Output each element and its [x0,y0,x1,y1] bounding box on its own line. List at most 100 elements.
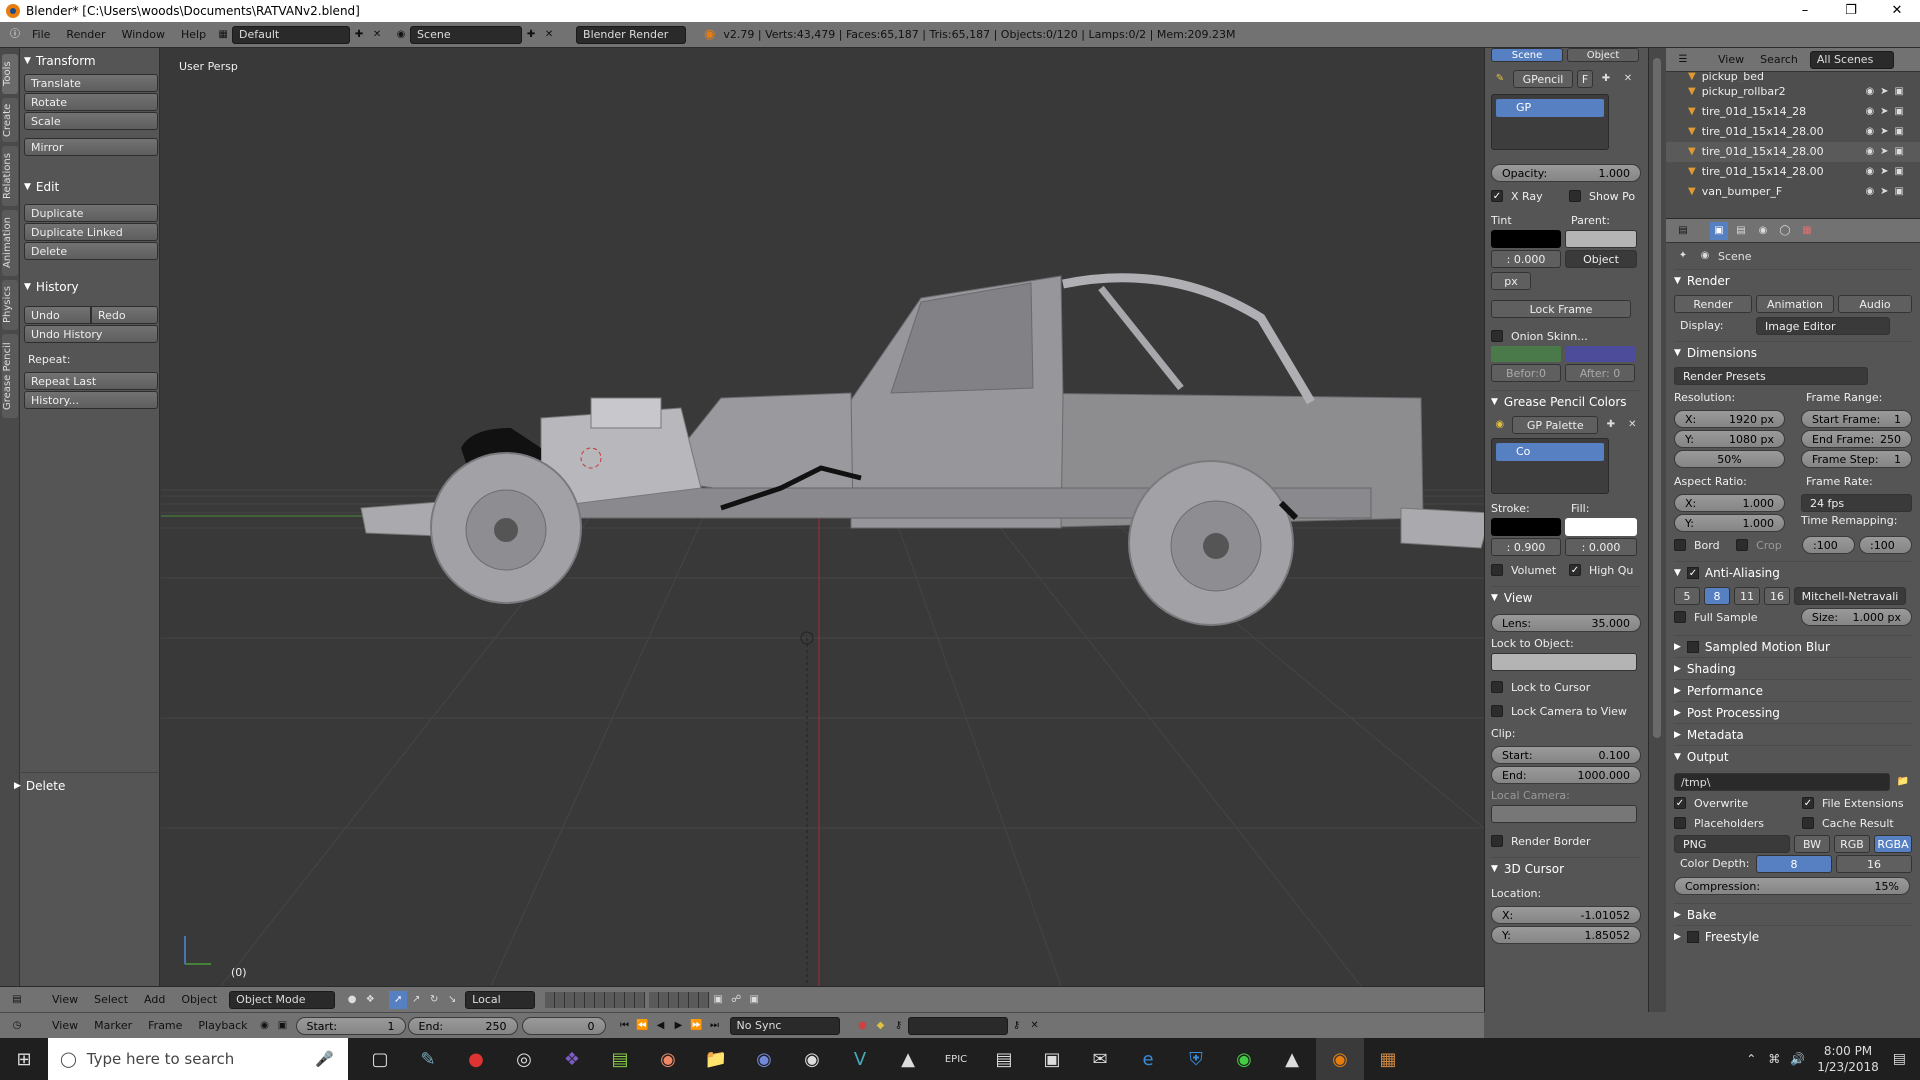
remap-old-field[interactable]: :100 [1802,536,1856,554]
visibility-icons[interactable]: ◉➤▣ [1865,102,1910,122]
3d-editor-type-icon[interactable]: ▤ [8,991,26,1009]
add-layout-icon[interactable]: ✚ [350,26,368,44]
notepad-icon[interactable]: ✎ [404,1038,452,1080]
duplicate-linked-button[interactable]: Duplicate Linked [24,223,158,241]
add-palette-icon[interactable]: ✚ [1602,416,1619,434]
color-mode-bw[interactable]: BW [1794,835,1830,853]
outliner-item[interactable]: ▼ van_bumper_F ◉➤▣ [1666,182,1920,202]
aa-filter-select[interactable]: Mitchell-Netravali [1794,587,1906,605]
render-opengl-icon[interactable]: ▣ [745,991,763,1009]
layer-buttons[interactable] [649,991,710,1008]
lock-cursor-checkbox[interactable]: Lock to Cursor [1491,677,1641,697]
metadata-header[interactable]: ▶ Metadata [1674,723,1912,745]
mode-select[interactable]: Object Mode [229,990,336,1009]
palette-color-item[interactable]: Co [1496,443,1604,461]
insert-keyframe-icon[interactable]: ⚷ [1008,1017,1026,1035]
timeline-editor-icon[interactable]: ◷ [8,1017,26,1035]
current-frame-field[interactable]: 0 [521,1016,606,1035]
tab-grease-pencil[interactable]: Grease Pencil [2,334,18,418]
remove-layout-icon[interactable]: ✕ [368,26,386,44]
high-quality-checkbox[interactable]: ✓ High Qu [1569,560,1633,580]
resolution-percent-field[interactable]: 50% [1674,450,1785,468]
pin-icon[interactable]: ✦ [1674,247,1692,265]
store-icon[interactable]: ▣ [1028,1038,1076,1080]
transform-header[interactable]: ▼ Transform [24,50,158,72]
delete-button[interactable]: Delete [24,242,158,260]
outliner-menu-view[interactable]: View [1710,53,1752,66]
firefox-icon[interactable]: ◉ [644,1038,692,1080]
onion-after-color[interactable] [1565,346,1635,362]
freestyle-checkbox[interactable] [1686,930,1699,943]
onion-skin-checkbox[interactable]: Onion Skinn... [1491,326,1641,346]
tab-tools[interactable]: Tools [2,54,18,94]
motion-blur-checkbox[interactable] [1686,640,1699,653]
taskbar-search[interactable]: ◯ Type here to search 🎤 [48,1038,348,1080]
cache-result-checkbox[interactable]: Cache Result [1802,813,1894,833]
scale-manip-icon[interactable]: ↘ [443,991,461,1009]
lock-camera-checkbox[interactable]: Lock Camera to View [1491,701,1641,721]
fake-user-button[interactable]: F [1577,70,1593,88]
tab-object[interactable]: Object [1567,48,1639,62]
menu-object[interactable]: Object [173,993,225,1006]
menu-file[interactable]: File [24,28,58,41]
outliner-item[interactable]: ▼ tire_01d_15x14_28.00 ◉➤▣ [1666,162,1920,182]
dimensions-header[interactable]: ▼ Dimensions [1674,341,1912,363]
resolution-y-field[interactable]: Y: 1080 px [1674,430,1785,448]
lens-field[interactable]: Lens: 35.000 [1491,614,1641,632]
render-animation-button[interactable]: Animation [1756,295,1834,313]
timeline-menu-view[interactable]: View [44,1019,86,1032]
layout-grid-icon[interactable]: ▦ [214,26,232,44]
compression-slider[interactable]: Compression: 15% [1674,877,1910,895]
show-points-checkbox[interactable]: Show Po [1569,186,1635,206]
visibility-icons[interactable]: ◉➤▣ [1865,82,1910,102]
scale-button[interactable]: Scale [24,112,158,130]
panel-scrollbar[interactable] [1648,48,1666,1012]
onion-after-field[interactable]: After: 0 [1565,364,1635,382]
volumetric-checkbox[interactable]: Volumet [1491,560,1565,580]
rotate-button[interactable]: Rotate [24,93,158,111]
translate-manip-icon[interactable]: ↗ [407,991,425,1009]
performance-header[interactable]: ▶ Performance [1674,679,1912,701]
maximize-button[interactable]: ❐ [1828,0,1874,22]
delete-keyframe-icon[interactable]: ✕ [1026,1017,1044,1035]
translate-button[interactable]: Translate [24,74,158,92]
keying-set-icon[interactable]: ◆ [872,1017,890,1035]
render-audio-button[interactable]: Audio [1838,295,1912,313]
layer-buttons[interactable] [545,991,646,1008]
render-context-icon[interactable]: ▣ [1710,221,1728,240]
tab-physics[interactable]: Physics [2,280,18,330]
render-border-checkbox[interactable]: Render Border [1491,831,1641,851]
outliner-item[interactable]: ▼ pickup_rollbar2 ◉➤▣ [1666,82,1920,102]
network-icon[interactable]: ⌘ [1768,1052,1780,1066]
onion-before-color[interactable] [1491,346,1561,362]
render-image-button[interactable]: Render [1674,295,1752,313]
gp-layer-item[interactable]: GP [1496,99,1604,117]
aa-size-field[interactable]: Size: 1.000 px [1800,608,1912,626]
outliner-menu-search[interactable]: Search [1752,53,1806,66]
menu-select[interactable]: Select [86,993,136,1006]
preview-range-icon[interactable]: ◉ [256,1017,274,1035]
aa-samples-8[interactable]: 8 [1704,587,1730,605]
jump-end-icon[interactable]: ⏭ [706,1017,724,1035]
tab-relations[interactable]: Relations [2,146,18,206]
add-gpencil-icon[interactable]: ✚ [1597,70,1615,88]
undo-button[interactable]: Undo [24,306,91,324]
aspect-x-field[interactable]: X: 1.000 [1674,494,1785,512]
task-view-icon[interactable]: ▢ [356,1038,404,1080]
layers-app-icon[interactable]: ▤ [596,1038,644,1080]
layout-field[interactable]: Default [232,25,351,44]
repeat-last-button[interactable]: Repeat Last [24,372,158,390]
display-select[interactable]: Image Editor [1756,317,1890,335]
resolution-x-field[interactable]: X: 1920 px [1674,410,1785,428]
render-presets-select[interactable]: Render Presets [1674,367,1868,385]
edit-header[interactable]: ▼ Edit [24,176,158,198]
steam-icon[interactable]: ◉ [788,1038,836,1080]
next-key-icon[interactable]: ⏩ [688,1017,706,1035]
palette-color-list[interactable]: Co [1491,438,1609,494]
menu-window[interactable]: Window [114,28,173,41]
discord-icon[interactable]: ◉ [740,1038,788,1080]
border-checkbox[interactable]: Bord [1674,535,1732,555]
add-scene-icon[interactable]: ✚ [522,26,540,44]
color-depth-8[interactable]: 8 [1756,855,1832,873]
timeline-menu-playback[interactable]: Playback [190,1019,255,1032]
